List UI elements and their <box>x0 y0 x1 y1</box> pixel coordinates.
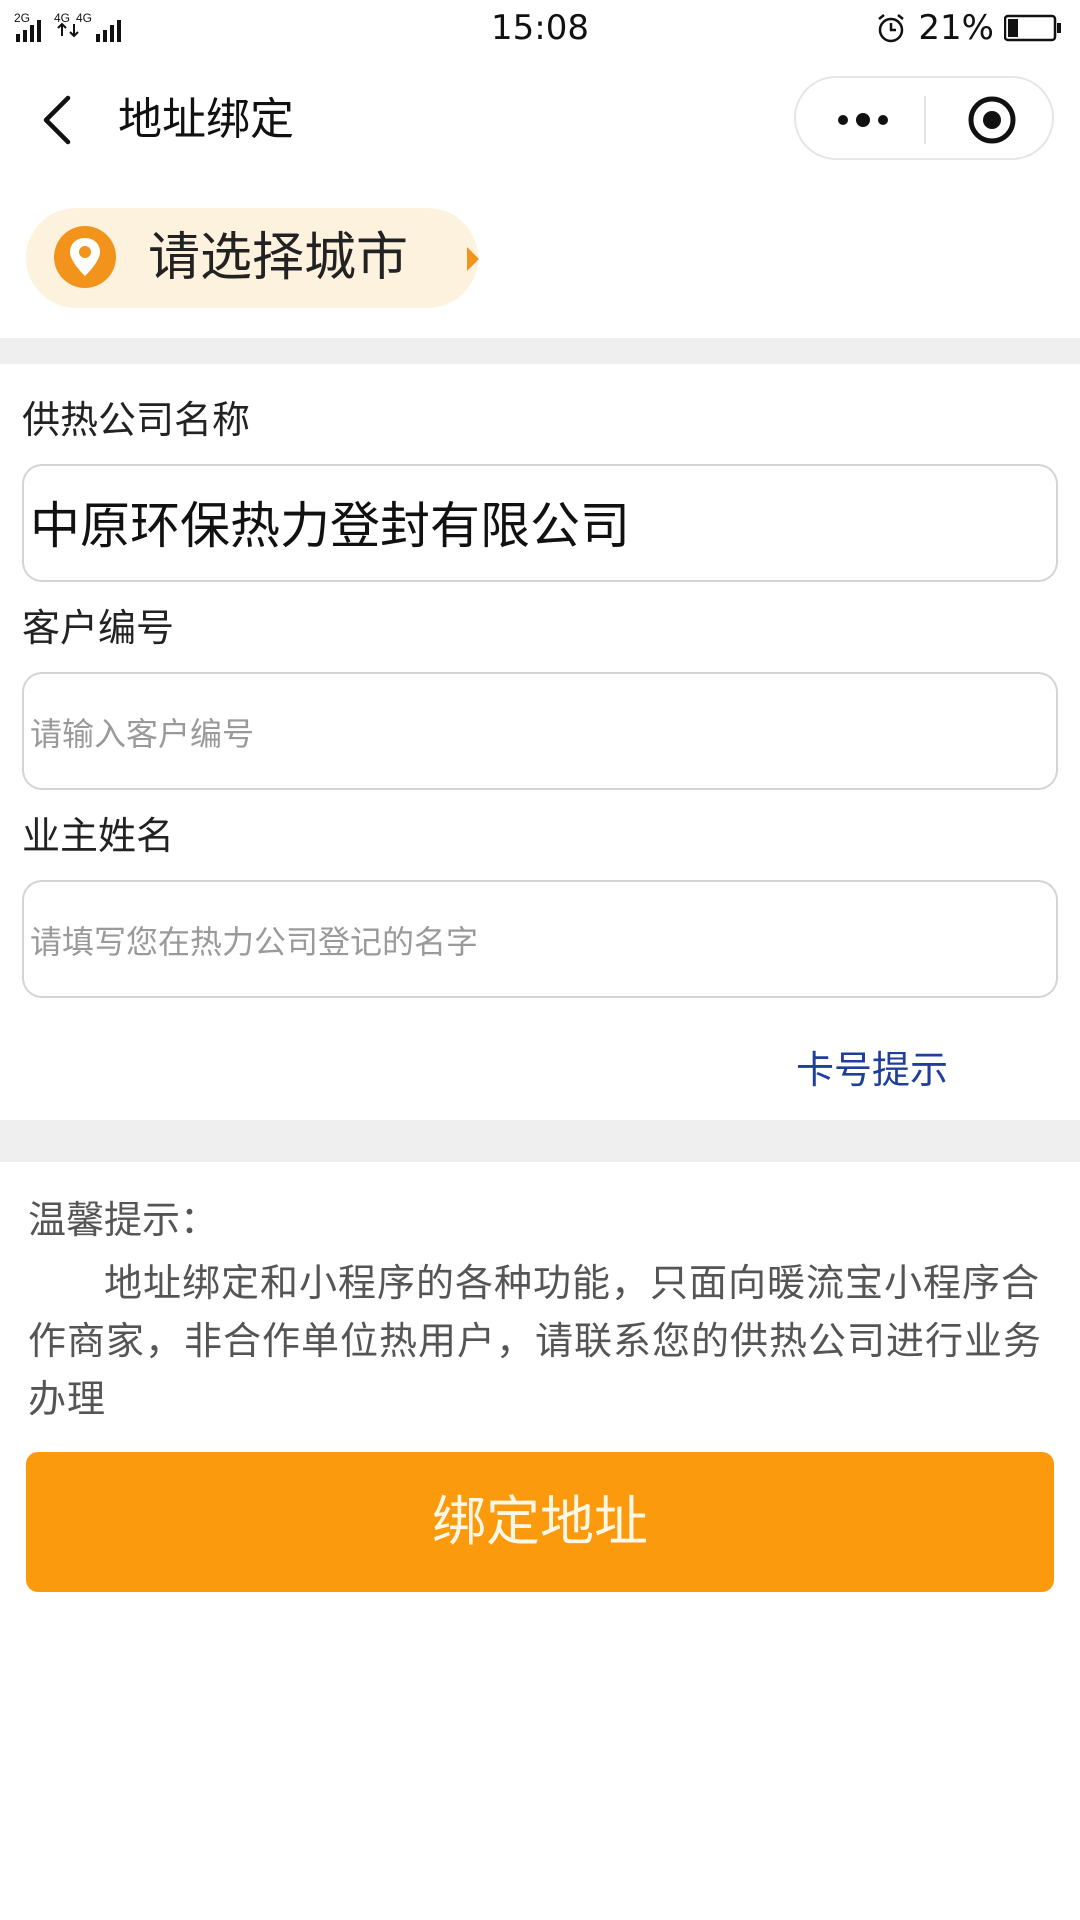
location-pin-icon <box>54 226 116 288</box>
more-icon[interactable] <box>834 102 892 138</box>
customer-number-label: 客户编号 <box>22 606 175 650</box>
city-picker[interactable]: 请选择城市 <box>26 208 479 308</box>
owner-name-input[interactable]: 请填写您在热力公司登记的名字 <box>22 880 1058 998</box>
card-number-hint-link[interactable]: 卡号提示 <box>796 1046 948 1094</box>
section-divider <box>0 1120 1080 1162</box>
company-value: 中原环保热力登封有限公司 <box>30 497 630 555</box>
tips-body: 地址绑定和小程序的各种功能，只面向暖流宝小程序合作商家，非合作单位热用户，请联系… <box>28 1261 1043 1421</box>
status-bar: 2G 4G 4G 15:08 21% <box>0 0 1080 58</box>
status-right: 21% <box>874 8 1062 48</box>
section-divider <box>0 338 1080 364</box>
page: 2G 4G 4G 15:08 21% 地址绑定 请选择城市 供热公司名称 中原环… <box>0 0 1080 1920</box>
company-label: 供热公司名称 <box>22 398 251 442</box>
tips-title: 温馨提示： <box>28 1198 219 1242</box>
caret-right-icon <box>467 247 479 271</box>
customer-number-input[interactable]: 请输入客户编号 <box>22 672 1058 790</box>
back-icon[interactable] <box>38 92 78 148</box>
customer-number-placeholder: 请输入客户编号 <box>30 715 255 753</box>
battery-icon <box>1004 14 1061 42</box>
capsule-divider <box>924 96 926 144</box>
battery-percent: 21% <box>918 8 994 48</box>
owner-name-label: 业主姓名 <box>22 814 175 858</box>
close-target-icon[interactable] <box>966 94 1018 146</box>
company-field[interactable]: 中原环保热力登封有限公司 <box>22 464 1058 582</box>
miniprogram-capsule <box>794 76 1054 160</box>
bind-address-button[interactable]: 绑定地址 <box>26 1452 1054 1592</box>
owner-name-placeholder: 请填写您在热力公司登记的名字 <box>30 923 479 961</box>
city-label: 请选择城市 <box>148 228 409 288</box>
nav-bar: 地址绑定 <box>0 64 1080 174</box>
page-title: 地址绑定 <box>118 94 294 145</box>
alarm-icon <box>878 14 905 43</box>
